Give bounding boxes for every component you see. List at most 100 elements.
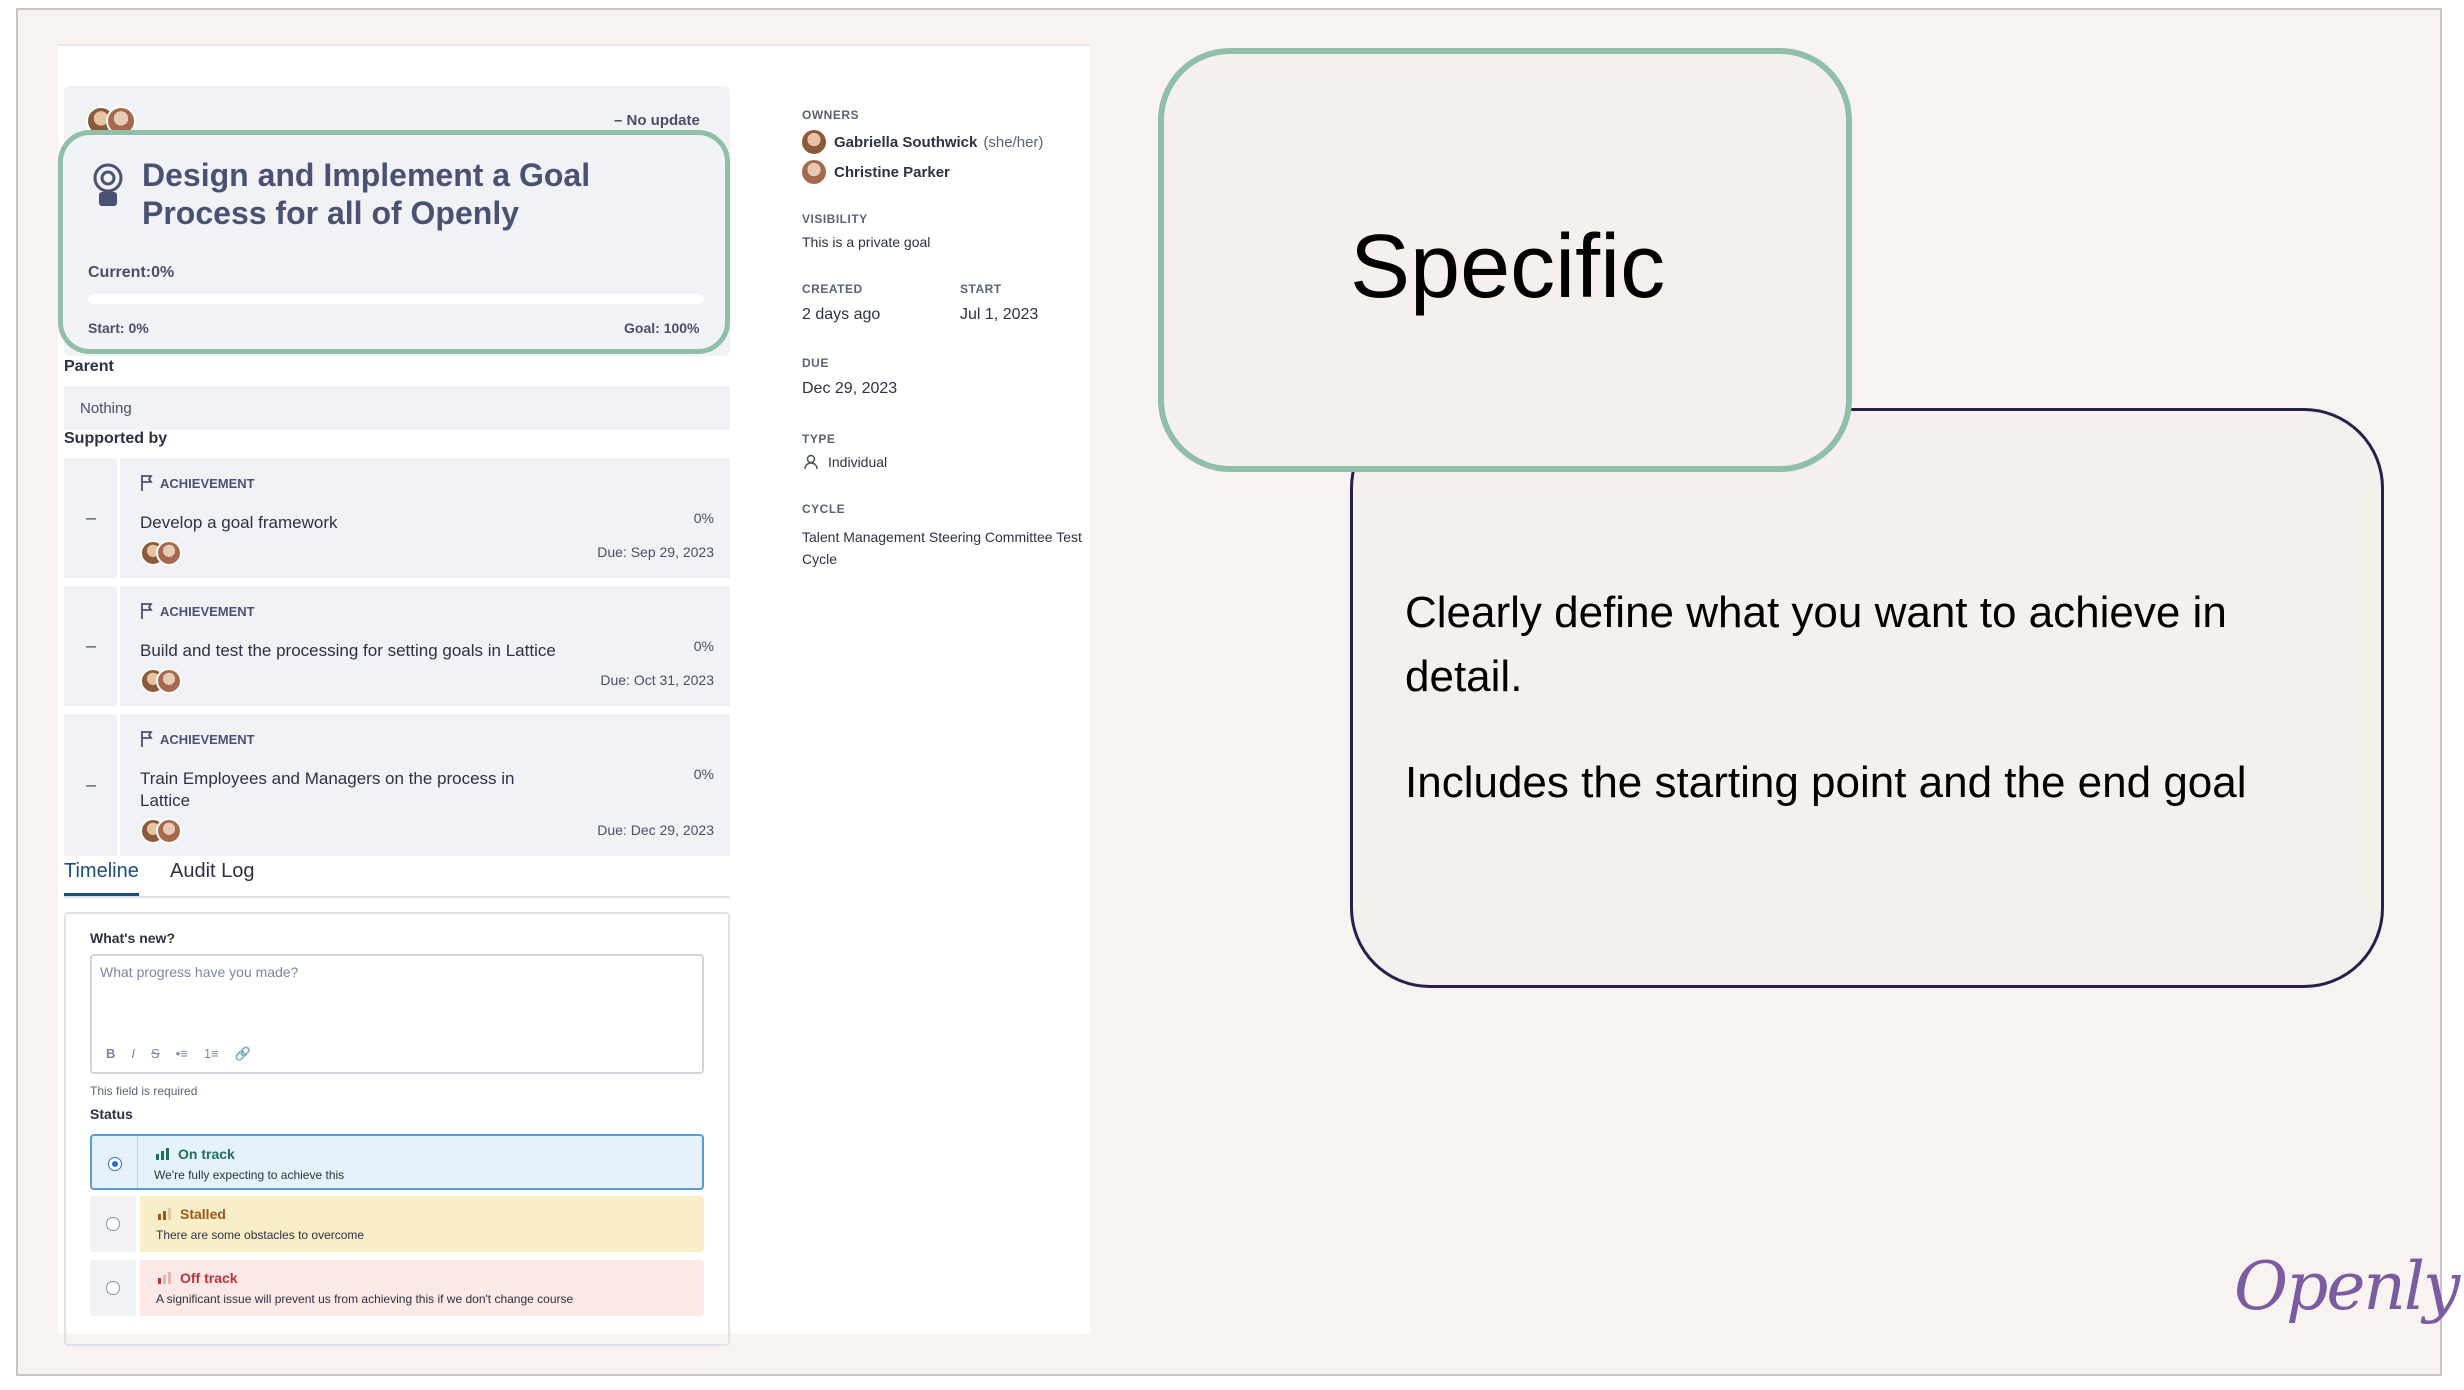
collapse-toggle[interactable]: –: [86, 636, 96, 657]
radio-off-track[interactable]: [106, 1281, 120, 1295]
collapse-toggle[interactable]: –: [86, 508, 96, 529]
tab-audit-log[interactable]: Audit Log: [170, 860, 255, 883]
achievement-card[interactable]: – ACHIEVEMENT Develop a goal framework 0…: [64, 458, 730, 578]
achievement-progress: 0%: [693, 510, 714, 526]
achievement-tag: ACHIEVEMENT: [140, 602, 255, 620]
expand-cell[interactable]: –: [64, 586, 120, 706]
status-title: Stalled: [180, 1206, 226, 1222]
status-title: Off track: [180, 1270, 238, 1286]
owner-row[interactable]: Gabriella Southwick (she/her): [802, 130, 1043, 154]
achievement-progress: 0%: [693, 766, 714, 782]
italic-icon[interactable]: I: [131, 1046, 135, 1062]
status-option-stalled[interactable]: Stalled There are some obstacles to over…: [90, 1196, 704, 1252]
avatar: [802, 130, 826, 154]
numbered-list-icon[interactable]: 1≡: [204, 1046, 219, 1062]
status-desc: A significant issue will prevent us from…: [156, 1292, 574, 1306]
progress-bar: [88, 294, 704, 304]
format-toolbar: B I S •≡ 1≡ 🔗: [106, 1046, 251, 1062]
radio-cell: [90, 1260, 136, 1316]
owner-pronoun: (she/her): [983, 133, 1044, 151]
bars-icon: [158, 1272, 171, 1284]
achievement-tag-label: ACHIEVEMENT: [160, 603, 255, 619]
status-option-body: Off track A significant issue will preve…: [140, 1260, 704, 1316]
achievement-card[interactable]: – ACHIEVEMENT Train Employees and Manage…: [64, 714, 730, 856]
status-option-body: On track We're fully expecting to achiev…: [138, 1136, 702, 1188]
parent-value: Nothing: [80, 400, 132, 417]
owners-label: OWNERS: [802, 108, 859, 122]
cycle-label: CYCLE: [802, 502, 846, 516]
update-form: What's new? B I S •≡ 1≡ 🔗 This field is …: [64, 912, 730, 1346]
required-hint: This field is required: [90, 1084, 198, 1098]
expand-cell[interactable]: –: [64, 714, 120, 856]
specific-callout: Specific: [1158, 48, 1852, 472]
due-date: Dec 29, 2023: [802, 380, 898, 397]
cycle-value[interactable]: Talent Management Steering Committee Tes…: [802, 526, 1092, 570]
status-title: On track: [178, 1146, 235, 1162]
achievement-tag: ACHIEVEMENT: [140, 730, 255, 748]
radio-cell: [92, 1136, 138, 1188]
avatar: [802, 160, 826, 184]
start-value: Start: 0%: [88, 320, 149, 336]
bullet-list-icon[interactable]: •≡: [176, 1046, 188, 1062]
specific-heading: Specific: [1350, 217, 1666, 317]
current-progress-label: Current:0%: [88, 264, 175, 281]
progress-input[interactable]: [100, 964, 690, 980]
owner-row[interactable]: Christine Parker: [802, 160, 950, 184]
avatar: [156, 668, 182, 694]
status-option-off-track[interactable]: Off track A significant issue will preve…: [90, 1260, 704, 1316]
achievement-avatars: [140, 818, 182, 844]
achievement-name[interactable]: Train Employees and Managers on the proc…: [140, 768, 560, 812]
radio-on-track[interactable]: [108, 1157, 122, 1171]
achievement-avatars: [140, 540, 182, 566]
achievement-tag-label: ACHIEVEMENT: [160, 475, 255, 491]
achievement-due: Due: Dec 29, 2023: [597, 822, 714, 838]
goal-value: Goal: 100%: [624, 320, 700, 336]
bars-icon: [158, 1208, 171, 1220]
flag-icon: [141, 603, 153, 619]
person-icon: [804, 454, 818, 470]
goal-achievement-icon: [93, 163, 123, 206]
link-icon[interactable]: 🔗: [235, 1046, 251, 1062]
achievement-name[interactable]: Build and test the processing for settin…: [140, 640, 610, 662]
openly-logo: Openly: [2234, 1248, 2460, 1325]
created-label: CREATED: [802, 282, 863, 296]
description-callout: Clearly define what you want to achieve …: [1350, 408, 2384, 988]
radio-stalled[interactable]: [106, 1217, 120, 1231]
achievement-progress: 0%: [693, 638, 714, 654]
avatar: [156, 540, 182, 566]
description-line-1: Clearly define what you want to achieve …: [1405, 588, 2227, 701]
achievement-tag-label: ACHIEVEMENT: [160, 731, 255, 747]
type-label: TYPE: [802, 432, 836, 446]
type-value: Individual: [828, 454, 888, 470]
achievement-name[interactable]: Develop a goal framework: [140, 512, 560, 534]
achievement-due: Due: Sep 29, 2023: [597, 544, 714, 560]
description-line-2: Includes the starting point and the end …: [1405, 758, 2247, 807]
expand-cell[interactable]: –: [64, 458, 120, 578]
start-label: START: [960, 282, 1002, 296]
parent-label: Parent: [64, 358, 114, 375]
status-option-on-track[interactable]: On track We're fully expecting to achiev…: [90, 1134, 704, 1190]
status-option-body: Stalled There are some obstacles to over…: [140, 1196, 704, 1252]
bold-icon[interactable]: B: [106, 1046, 115, 1062]
radio-cell: [90, 1196, 136, 1252]
update-status: – No update: [614, 112, 700, 129]
owner-name[interactable]: Christine Parker: [834, 164, 950, 181]
status-desc: We're fully expecting to achieve this: [154, 1168, 345, 1182]
parent-goal-field[interactable]: Nothing: [64, 386, 730, 430]
strikethrough-icon[interactable]: S: [151, 1046, 160, 1062]
tab-bar: Timeline Audit Log: [64, 858, 730, 898]
avatar: [156, 818, 182, 844]
status-desc: There are some obstacles to overcome: [156, 1228, 365, 1242]
collapse-toggle[interactable]: –: [86, 775, 96, 796]
visibility-value: This is a private goal: [802, 234, 931, 250]
goal-title: Design and Implement a Goal Process for …: [142, 157, 591, 231]
visibility-label: VISIBILITY: [802, 212, 868, 226]
owner-name[interactable]: Gabriella Southwick: [834, 134, 977, 151]
type-row: Individual: [804, 454, 887, 470]
bars-icon: [156, 1148, 169, 1160]
achievement-avatars: [140, 668, 182, 694]
achievement-card[interactable]: – ACHIEVEMENT Build and test the process…: [64, 586, 730, 706]
update-editor[interactable]: B I S •≡ 1≡ 🔗: [90, 954, 704, 1074]
tab-timeline[interactable]: Timeline: [64, 860, 139, 896]
supported-by-label: Supported by: [64, 430, 168, 447]
